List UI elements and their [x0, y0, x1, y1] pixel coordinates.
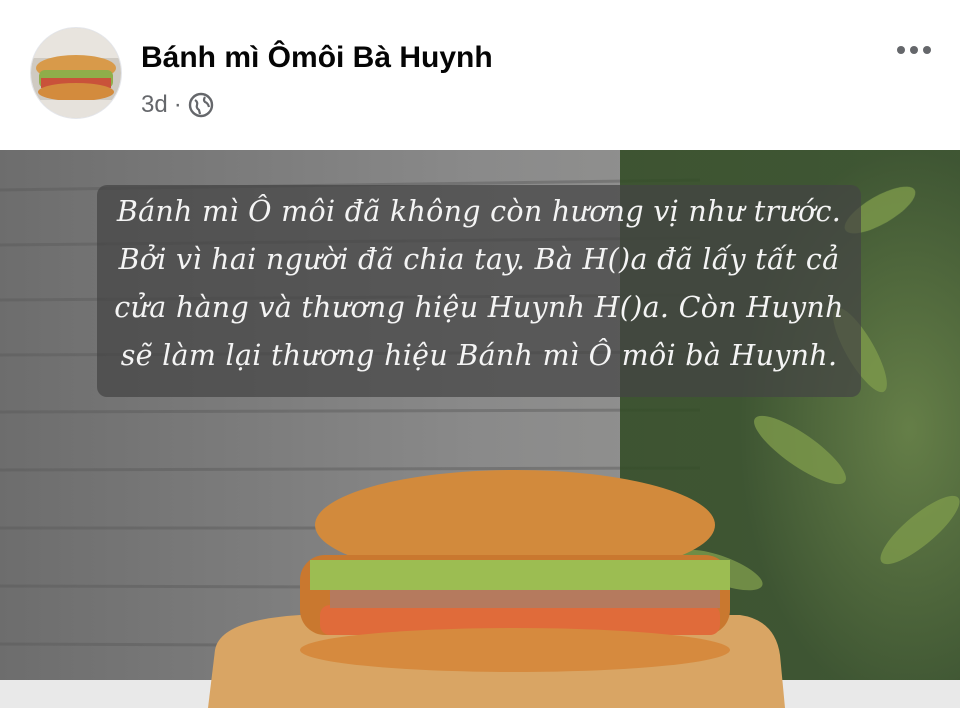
- post-header: Bánh mì Ômôi Bà Huynh 3d ·: [0, 0, 960, 150]
- meta-separator: ·: [173, 91, 182, 118]
- caption-line: sẽ làm lại thương hiệu Bánh mì Ô môi bà …: [120, 339, 838, 372]
- caption-line: Bởi vì hai người đã chia tay. Bà H()a đã…: [118, 243, 840, 276]
- caption-line: cửa hàng và thương hiệu Huynh H()a. Còn …: [114, 291, 844, 324]
- caption-line: Bánh mì Ô môi đã không còn hương vị như …: [116, 195, 842, 228]
- page-avatar[interactable]: [30, 27, 122, 119]
- more-options-icon[interactable]: [888, 30, 940, 70]
- page-name-link[interactable]: Bánh mì Ômôi Bà Huynh: [141, 41, 493, 75]
- globe-icon[interactable]: [188, 92, 214, 118]
- post-timestamp[interactable]: 3d: [141, 91, 168, 119]
- image-caption: Bánh mì Ô môi đã không còn hương vị như …: [97, 188, 861, 380]
- post-meta: 3d ·: [141, 90, 214, 120]
